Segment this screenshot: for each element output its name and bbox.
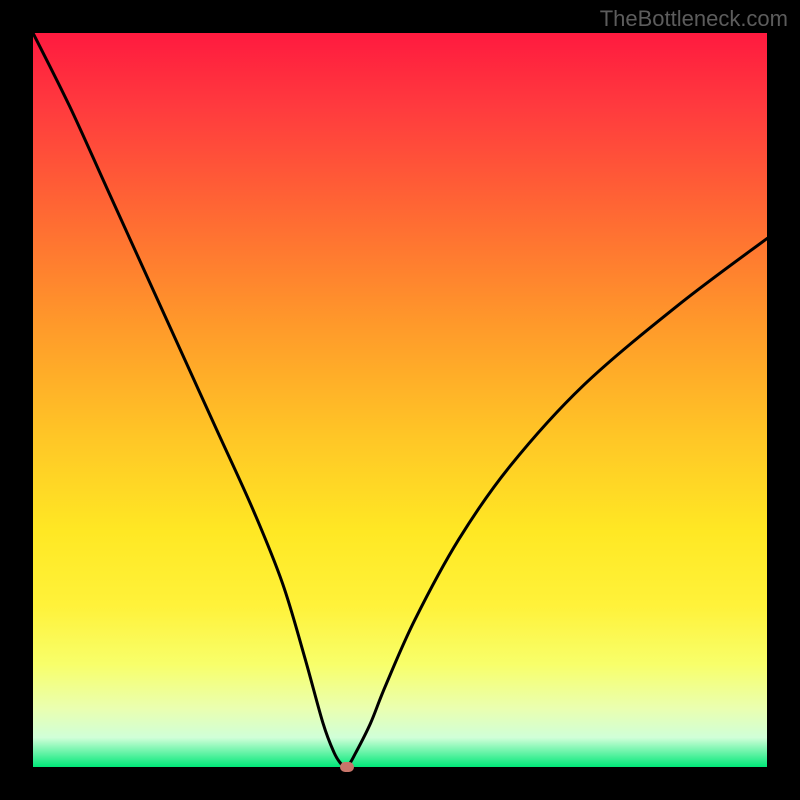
plot-area <box>33 33 767 767</box>
watermark-text: TheBottleneck.com <box>600 6 788 32</box>
optimal-point-marker <box>340 762 354 772</box>
bottleneck-curve <box>33 33 767 767</box>
chart-frame: TheBottleneck.com <box>0 0 800 800</box>
